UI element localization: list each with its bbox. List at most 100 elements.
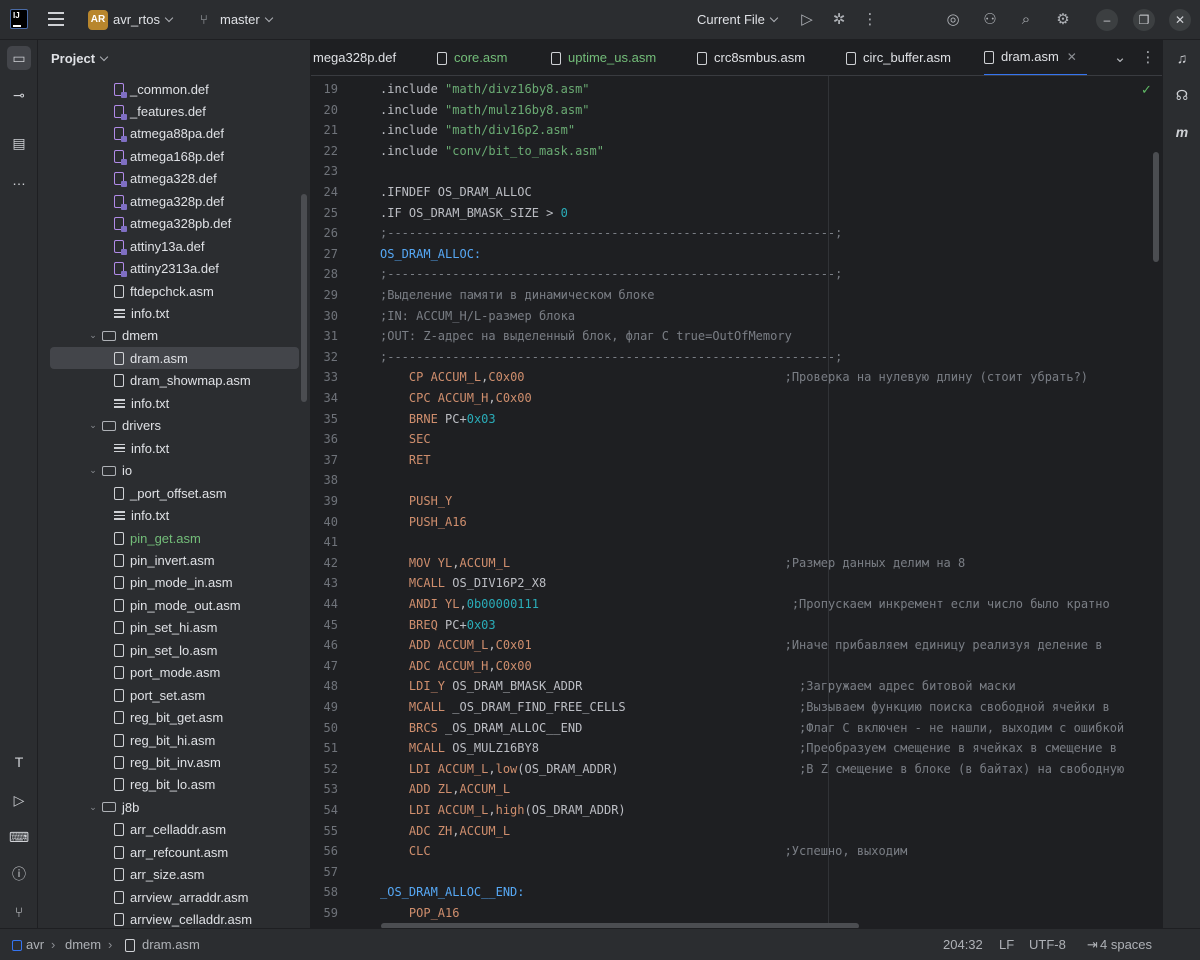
git-icon[interactable]: ⑂	[7, 900, 31, 924]
code-text: .include "math/div16p2.asm"	[380, 120, 575, 140]
more-tools-icon[interactable]: …	[7, 168, 31, 192]
editor-tab[interactable]: mega328p.def	[313, 40, 396, 75]
code-line: 25 .IF OS_DRAM_BMASK_SIZE > 0	[311, 203, 1162, 223]
code-editor[interactable]: ✓ 19 .include "math/divz16by8.asm" 20 .incl…	[311, 76, 1162, 928]
structure-icon[interactable]: ▤	[7, 131, 31, 155]
close-window-button[interactable]: ✕	[1169, 9, 1191, 31]
code-token: ADD	[380, 638, 438, 653]
project-badge[interactable]: AR	[88, 10, 108, 30]
markdown-m-icon[interactable]: m	[1170, 120, 1194, 144]
caret-position[interactable]: 204:32	[943, 937, 983, 952]
tree-file-item[interactable]: pin_invert.asm	[50, 549, 299, 571]
tree-file-item[interactable]: arr_refcount.asm	[50, 841, 299, 863]
tree-file-item[interactable]: info.txt	[50, 505, 299, 527]
tree-file-item[interactable]: attiny13a.def	[50, 235, 299, 257]
tree-file-item[interactable]: arrview_celladdr.asm	[50, 909, 299, 928]
branch-switcher[interactable]: master	[220, 12, 273, 27]
project-panel-header[interactable]: Project	[51, 51, 109, 66]
code-text: .IFNDEF OS_DRAM_ALLOC	[380, 182, 532, 202]
line-separator[interactable]: LF	[999, 937, 1014, 952]
breadcrumb-dmem[interactable]: dmem	[65, 937, 101, 952]
tree-file-item[interactable]: atmega88pa.def	[50, 123, 299, 145]
restore-button[interactable]: ❐	[1133, 9, 1155, 31]
editor-tab[interactable]: circ_buffer.asm	[846, 40, 951, 75]
commit-icon[interactable]: ⊸	[7, 83, 31, 107]
terminal-t-icon[interactable]: T	[7, 750, 31, 774]
tree-file-item[interactable]: pin_set_hi.asm	[50, 617, 299, 639]
add-user-icon[interactable]: ⚇	[979, 9, 1001, 31]
tree-file-item[interactable]: dram_showmap.asm	[50, 370, 299, 392]
tree-file-item[interactable]: info.txt	[50, 303, 299, 325]
tree-file-item[interactable]: info.txt	[50, 392, 299, 414]
line-number: 29	[323, 288, 338, 302]
minimize-button[interactable]: –	[1096, 9, 1118, 31]
breadcrumb-file[interactable]: dram.asm	[142, 937, 200, 952]
tree-file-item[interactable]: _features.def	[50, 100, 299, 122]
debug-icon[interactable]: ✲	[828, 9, 850, 31]
tree-file-item[interactable]: port_mode.asm	[50, 662, 299, 684]
tree-file-item[interactable]: _port_offset.asm	[50, 482, 299, 504]
tree-file-item[interactable]: pin_mode_out.asm	[50, 594, 299, 616]
services-icon[interactable]: ▷	[7, 788, 31, 812]
breadcrumb-avr[interactable]: avr	[26, 937, 44, 952]
tree-scrollbar[interactable]	[301, 194, 307, 402]
tree-file-item[interactable]: atmega168p.def	[50, 145, 299, 167]
settings-gear-icon[interactable]: ⚙	[1052, 9, 1074, 31]
editor-tab[interactable]: uptime_us.asm	[551, 40, 656, 75]
tree-file-item[interactable]: atmega328.def	[50, 168, 299, 190]
tree-file-item[interactable]: _common.def	[50, 78, 299, 100]
indent-setting[interactable]: 4 spaces	[1100, 937, 1152, 952]
expand-arrow-icon[interactable]: ⌄	[88, 330, 98, 341]
ai-assistant-icon[interactable]: ◎	[942, 9, 964, 31]
editor-tab[interactable]: crc8smbus.asm	[697, 40, 805, 75]
tree-file-item[interactable]: arrview_arraddr.asm	[50, 886, 299, 908]
tabs-more-icon[interactable]: ⋮	[1137, 47, 1159, 69]
more-actions-icon[interactable]: ⋮	[859, 9, 881, 31]
project-switcher[interactable]: avr_rtos	[113, 12, 174, 27]
code-token: _OS_DRAM_ALLOC__END	[445, 720, 583, 735]
expand-arrow-icon[interactable]: ⌄	[88, 802, 98, 813]
tree-file-item[interactable]: pin_get.asm	[50, 527, 299, 549]
tree-file-item[interactable]: dram.asm	[50, 347, 299, 370]
run-icon[interactable]: ▷	[796, 9, 818, 31]
code-token: ;---------------------------------------…	[380, 267, 843, 282]
tree-file-item[interactable]: arr_celladdr.asm	[50, 819, 299, 841]
tree-folder-io[interactable]: ⌄ io	[50, 460, 299, 482]
git-branch-icon: ⑂	[200, 12, 208, 27]
line-number: 46	[323, 638, 338, 653]
tree-folder-dmem[interactable]: ⌄ dmem	[50, 325, 299, 347]
tabs-dropdown-icon[interactable]: ⌄	[1109, 47, 1131, 69]
close-tab-icon[interactable]: ✕	[1067, 40, 1077, 75]
tree-file-item[interactable]: port_set.asm	[50, 684, 299, 706]
tree-file-item[interactable]: attiny2313a.def	[50, 258, 299, 280]
tree-file-item[interactable]: pin_mode_in.asm	[50, 572, 299, 594]
tree-file-item[interactable]: ftdepchck.asm	[50, 280, 299, 302]
tree-file-item[interactable]: atmega328pb.def	[50, 213, 299, 235]
expand-arrow-icon[interactable]: ⌄	[88, 420, 98, 431]
tree-file-item[interactable]: atmega328p.def	[50, 190, 299, 212]
expand-arrow-icon[interactable]: ⌄	[88, 465, 98, 476]
tree-file-item[interactable]: reg_bit_get.asm	[50, 707, 299, 729]
editor-tab[interactable]: core.asm	[437, 40, 507, 75]
project-folder-icon[interactable]: ▭	[7, 46, 31, 70]
main-menu-icon[interactable]	[48, 12, 64, 26]
tree-file-item[interactable]: arr_size.asm	[50, 864, 299, 886]
tree-file-item[interactable]: reg_bit_lo.asm	[50, 774, 299, 796]
tree-file-item[interactable]: reg_bit_inv.asm	[50, 752, 299, 774]
editor-tab[interactable]: dram.asm ✕	[984, 40, 1087, 75]
tree-file-item[interactable]: pin_set_lo.asm	[50, 639, 299, 661]
ai-chat-icon[interactable]: ☊	[1170, 83, 1194, 107]
search-icon[interactable]: ⌕	[1015, 9, 1037, 31]
tree-file-item[interactable]: info.txt	[50, 437, 299, 459]
tree-folder-j8b[interactable]: ⌄ j8b	[50, 796, 299, 818]
app-logo-icon[interactable]: IJ	[10, 9, 28, 29]
file-encoding[interactable]: UTF-8	[1029, 937, 1066, 952]
problems-icon[interactable]: ⓘ	[7, 862, 31, 886]
run-config-selector[interactable]: Current File	[697, 12, 779, 27]
file-icon	[125, 939, 135, 952]
tree-folder-drivers[interactable]: ⌄ drivers	[50, 415, 299, 437]
line-number: 53	[323, 782, 338, 797]
tree-file-item[interactable]: reg_bit_hi.asm	[50, 729, 299, 751]
terminal-icon[interactable]: ⌨	[7, 825, 31, 849]
notifications-bell-icon[interactable]: ♫	[1170, 46, 1194, 70]
